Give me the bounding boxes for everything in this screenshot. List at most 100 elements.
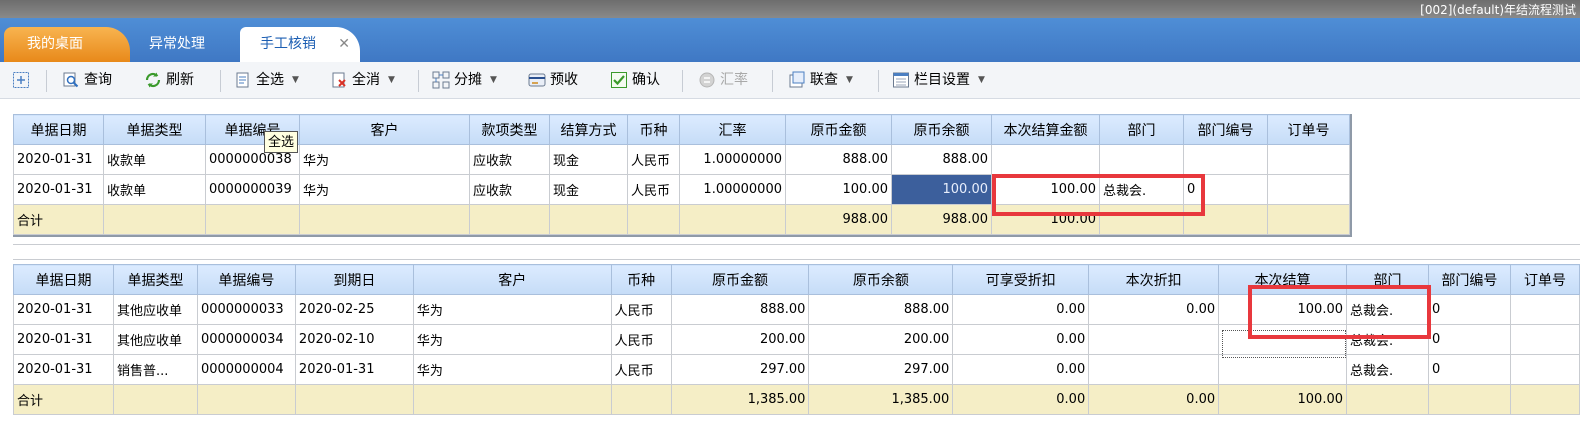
cell-payment-type[interactable]: 应收款: [469, 174, 550, 205]
cell-due-date[interactable]: 2020-02-25: [294, 294, 414, 325]
cell-payment-type[interactable]: 应收款: [469, 144, 550, 175]
cell-type[interactable]: 其他应收单: [112, 294, 198, 325]
cell-rate[interactable]: 1.00000000: [679, 144, 786, 175]
cell-available-discount[interactable]: 0.00: [952, 324, 1090, 355]
column-header[interactable]: 订单号: [1267, 114, 1350, 145]
chevron-down-icon[interactable]: ▼: [490, 70, 497, 90]
cell-date[interactable]: 2020-01-31: [13, 144, 104, 175]
deselect-all-button[interactable]: 全消 ▼: [330, 70, 395, 90]
cell-department[interactable]: [1099, 144, 1184, 175]
cell-date[interactable]: 2020-01-31: [13, 174, 104, 205]
cell-available-discount[interactable]: 0.00: [952, 354, 1090, 385]
cell-rate[interactable]: 1.00000000: [679, 174, 786, 205]
add-button[interactable]: [12, 70, 34, 90]
confirm-button[interactable]: 确认: [610, 70, 660, 90]
cell-department-code[interactable]: 0: [1427, 354, 1511, 385]
column-header[interactable]: 可享受折扣: [952, 264, 1090, 295]
column-header[interactable]: 部门编号: [1183, 114, 1268, 145]
cell-due-date[interactable]: 2020-02-10: [294, 324, 414, 355]
cell-settle-amount[interactable]: [991, 144, 1100, 175]
cell-number[interactable]: 0000000033: [196, 294, 296, 325]
select-all-button[interactable]: 全选 ▼: [234, 70, 299, 90]
refresh-button[interactable]: 刷新: [144, 70, 194, 90]
cell-settlement-method[interactable]: 现金: [549, 174, 628, 205]
cell-type[interactable]: 销售普...: [112, 354, 198, 385]
table-row[interactable]: 2020-01-31 收款单 0000000038 华为 应收款 现金 人民币 …: [13, 144, 1350, 175]
column-header[interactable]: 原币余额: [808, 264, 954, 295]
column-header[interactable]: 币种: [627, 114, 680, 145]
cell-department-code[interactable]: [1183, 144, 1268, 175]
query-button[interactable]: 查询: [62, 70, 112, 90]
cell-due-date[interactable]: 2020-01-31: [294, 354, 414, 385]
cell-number[interactable]: 0000000004: [196, 354, 296, 385]
cell-currency[interactable]: 人民币: [610, 354, 672, 385]
tab-manual-writeoff[interactable]: 手工核销 ✕: [240, 27, 360, 62]
cell-amount[interactable]: 100.00: [785, 174, 892, 205]
tab-exception-handling[interactable]: 异常处理: [132, 27, 222, 62]
tab-my-desktop[interactable]: 我的桌面: [4, 27, 130, 62]
cell-amount[interactable]: 200.00: [670, 324, 810, 355]
cell-currency[interactable]: 人民币: [627, 144, 680, 175]
column-header[interactable]: 单据编号: [196, 264, 296, 295]
column-header[interactable]: 原币金额: [670, 264, 810, 295]
chevron-down-icon[interactable]: ▼: [846, 70, 853, 90]
cell-customer[interactable]: 华为: [412, 354, 612, 385]
cell-number[interactable]: 0000000039: [205, 174, 300, 205]
cell-customer[interactable]: 华为: [412, 294, 612, 325]
column-header[interactable]: 汇率: [679, 114, 786, 145]
column-header[interactable]: 原币金额: [785, 114, 892, 145]
cell-order-number[interactable]: [1509, 324, 1580, 355]
cell-customer[interactable]: 华为: [299, 144, 470, 175]
cell-department-code[interactable]: 0: [1427, 324, 1511, 355]
cell-date[interactable]: 2020-01-31: [13, 354, 114, 385]
cell-currency[interactable]: 人民币: [610, 324, 672, 355]
cell-settle-amount[interactable]: [1218, 354, 1348, 385]
allocate-button[interactable]: 分摊 ▼: [432, 70, 497, 90]
cell-balance[interactable]: 888.00: [808, 294, 954, 325]
column-header[interactable]: 部门: [1099, 114, 1184, 145]
column-header[interactable]: 部门编号: [1427, 264, 1511, 295]
cell-amount[interactable]: 888.00: [670, 294, 810, 325]
column-header[interactable]: 客户: [412, 264, 612, 295]
column-settings-button[interactable]: 栏目设置 ▼: [892, 70, 985, 90]
cell-balance[interactable]: 200.00: [808, 324, 954, 355]
column-header[interactable]: 币种: [610, 264, 672, 295]
cell-available-discount[interactable]: 0.00: [952, 294, 1090, 325]
column-header[interactable]: 单据日期: [13, 114, 104, 145]
cell-department-code[interactable]: 0: [1427, 294, 1511, 325]
cell-type[interactable]: 收款单: [103, 144, 206, 175]
cell-balance[interactable]: 888.00: [891, 144, 992, 175]
cell-order-number[interactable]: [1267, 144, 1350, 175]
cell-discount[interactable]: [1088, 324, 1220, 355]
cell-date[interactable]: 2020-01-31: [13, 294, 114, 325]
column-header[interactable]: 本次结算金额: [991, 114, 1100, 145]
column-header[interactable]: 单据日期: [13, 264, 114, 295]
cell-customer[interactable]: 华为: [412, 324, 612, 355]
column-header[interactable]: 订单号: [1509, 264, 1580, 295]
column-header[interactable]: 单据类型: [103, 114, 206, 145]
grid-splitter[interactable]: [13, 244, 1580, 260]
close-tab-icon[interactable]: ✕: [338, 27, 350, 62]
column-header[interactable]: 客户: [299, 114, 470, 145]
cell-balance-selected[interactable]: 100.00: [891, 174, 992, 205]
chevron-down-icon[interactable]: ▼: [978, 70, 985, 90]
chevron-down-icon[interactable]: ▼: [292, 70, 299, 90]
cell-amount[interactable]: 297.00: [670, 354, 810, 385]
linked-query-button[interactable]: 联查 ▼: [788, 70, 853, 90]
cell-discount[interactable]: [1088, 354, 1220, 385]
cell-order-number[interactable]: [1509, 294, 1580, 325]
column-header[interactable]: 到期日: [294, 264, 414, 295]
exchange-rate-button[interactable]: 汇率: [698, 70, 748, 90]
cell-currency[interactable]: 人民币: [610, 294, 672, 325]
table-row[interactable]: 2020-01-31 销售普... 0000000004 2020-01-31 …: [13, 354, 1580, 385]
column-header[interactable]: 款项类型: [469, 114, 550, 145]
chevron-down-icon[interactable]: ▼: [388, 70, 395, 90]
cell-settlement-method[interactable]: 现金: [549, 144, 628, 175]
cell-customer[interactable]: 华为: [299, 174, 470, 205]
cell-number[interactable]: 0000000034: [196, 324, 296, 355]
column-header[interactable]: 原币余额: [891, 114, 992, 145]
cell-amount[interactable]: 888.00: [785, 144, 892, 175]
cell-type[interactable]: 收款单: [103, 174, 206, 205]
cell-discount[interactable]: 0.00: [1088, 294, 1220, 325]
column-header[interactable]: 本次折扣: [1088, 264, 1220, 295]
